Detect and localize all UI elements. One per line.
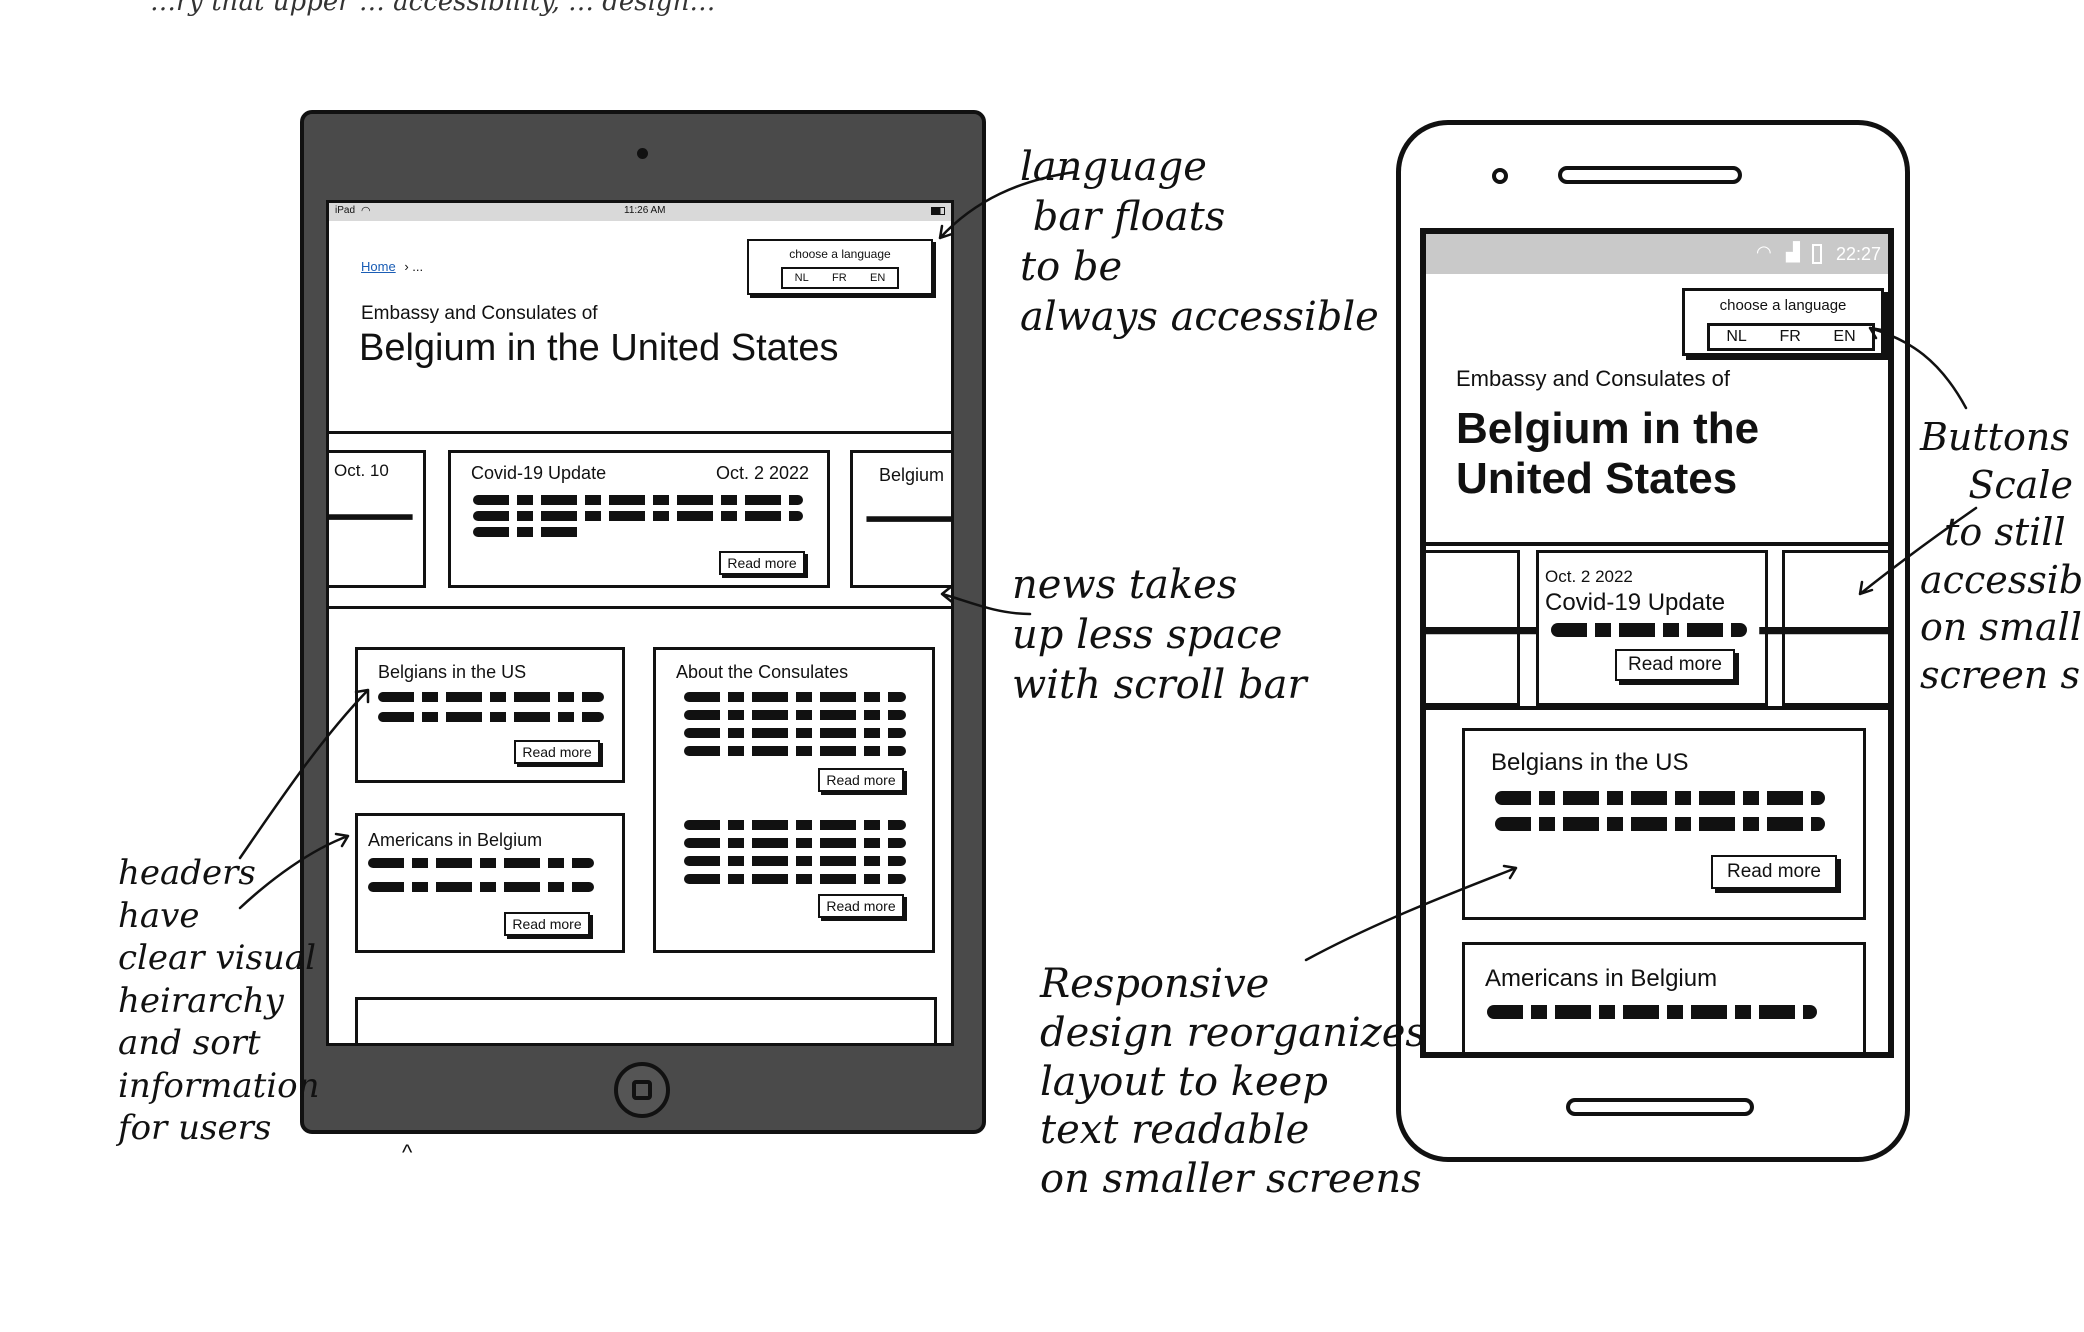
arrow-buttons-1 — [1868, 326, 1968, 410]
note-news: news takes up less space with scroll bar — [1012, 562, 1307, 708]
arrow-responsive — [1304, 864, 1518, 962]
note-headers: headers have clear visual heirarchy and … — [118, 853, 320, 1148]
note-responsive: Responsive design reorganizes layout to … — [1040, 961, 1426, 1203]
arrow-headers-1 — [238, 688, 370, 860]
note-language-bar: language bar floats to be always accessi… — [1020, 144, 1379, 340]
note-buttons: Buttons Scale to still accessible on sma… — [1920, 415, 2084, 697]
